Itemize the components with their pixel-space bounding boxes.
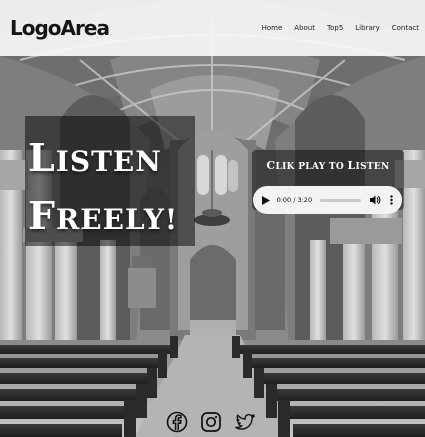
player-time: 0:00 / 3:20 — [276, 196, 313, 204]
main-nav: Home About Top5 Library Contact — [256, 24, 419, 32]
twitter-link[interactable] — [234, 411, 256, 433]
more-options-button[interactable] — [386, 193, 396, 207]
nav-top5-link[interactable]: Top5 — [321, 24, 349, 32]
facebook-link[interactable] — [166, 411, 188, 433]
facebook-icon — [166, 411, 188, 433]
volume-icon — [370, 195, 381, 205]
hero-title-line1: LISTEN — [28, 131, 228, 189]
small-caps-text: CLIK PLAY TO LISTEN — [266, 159, 390, 172]
hero-title: LISTEN FREELY! — [28, 131, 228, 247]
instagram-icon — [201, 412, 221, 432]
more-vertical-icon — [389, 195, 393, 205]
social-links — [166, 411, 256, 433]
small-caps-text: LISTEN — [28, 135, 162, 180]
small-caps-text: FREELY! — [28, 193, 179, 238]
player-caption: CLIK PLAY TO LISTEN — [252, 159, 404, 172]
nav-contact-link[interactable]: Contact — [386, 24, 419, 32]
play-button[interactable] — [259, 193, 273, 207]
logo[interactable]: LogoArea — [10, 16, 110, 40]
twitter-icon — [235, 413, 255, 430]
site-header: LogoArea Home About Top5 Library Contact — [0, 0, 425, 56]
progress-bar[interactable] — [320, 198, 361, 202]
nav-home-link[interactable]: Home — [256, 24, 289, 32]
instagram-link[interactable] — [200, 411, 222, 433]
hero-title-line2: FREELY! — [28, 189, 228, 247]
audio-player: 0:00 / 3:20 — [253, 186, 402, 214]
volume-button[interactable] — [369, 193, 383, 207]
nav-library-link[interactable]: Library — [349, 24, 385, 32]
logo-text: LogoArea — [10, 16, 110, 40]
nav-about-link[interactable]: About — [288, 24, 321, 32]
play-icon — [261, 195, 270, 205]
